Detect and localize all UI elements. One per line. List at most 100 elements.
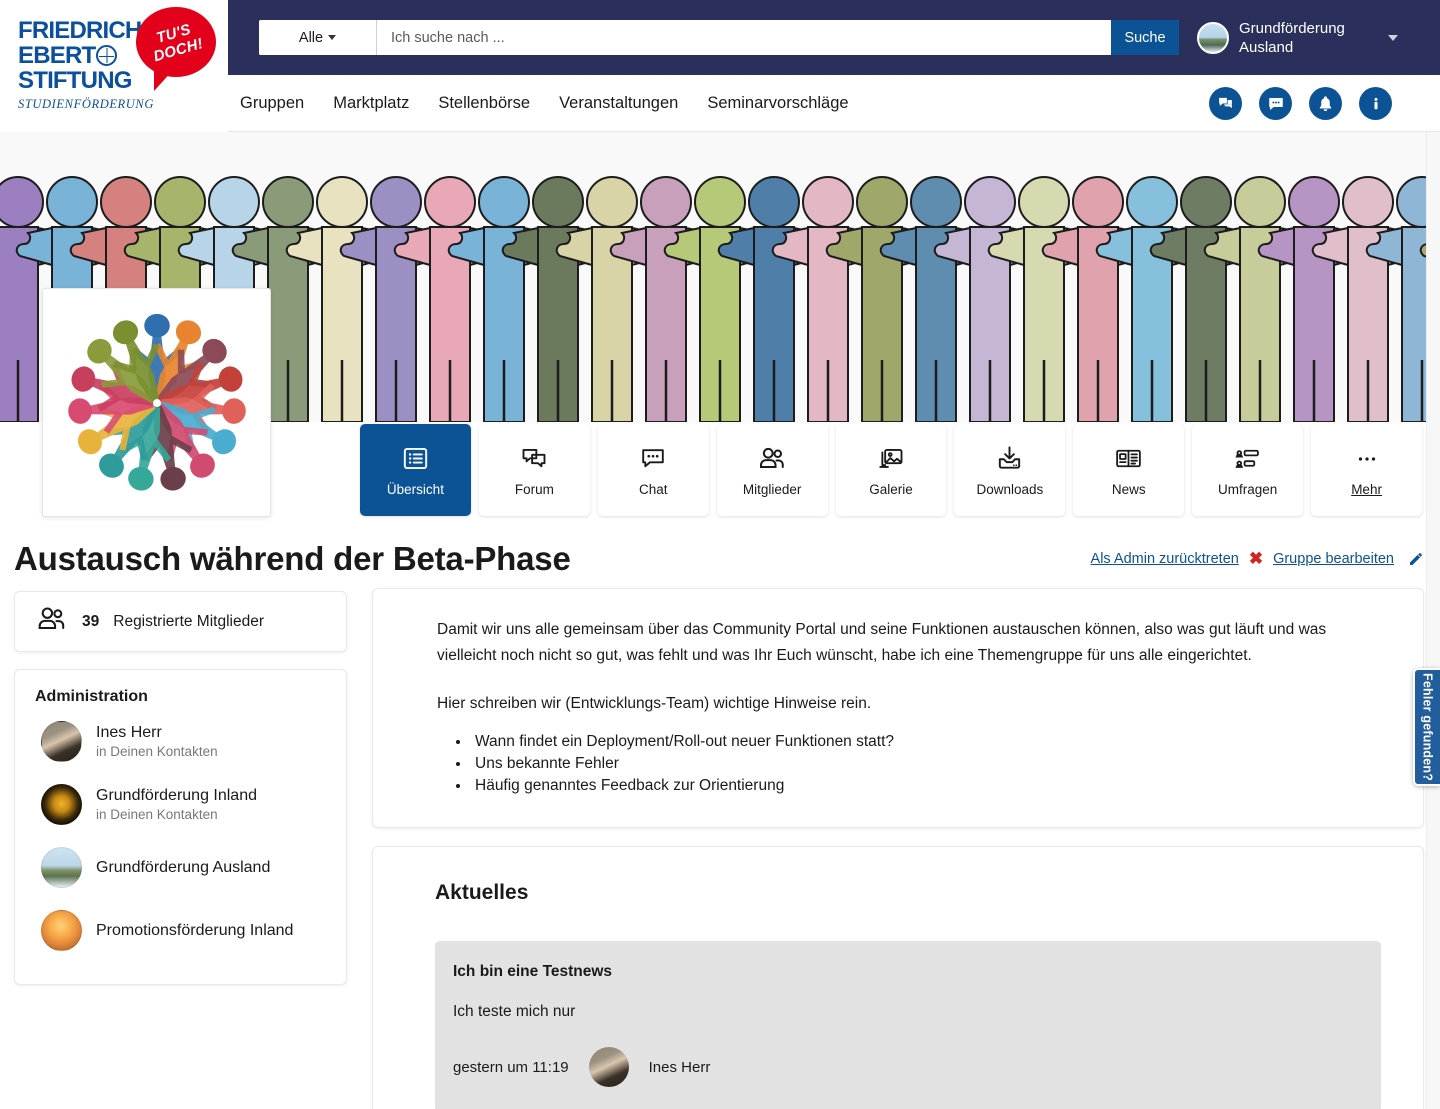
tab-label: Umfragen [1218,483,1277,497]
tab-label: Galerie [869,483,913,497]
admin-person-relation: in Deinen Kontakten [96,743,218,760]
gallery-icon [877,444,905,474]
info-icon[interactable] [1359,87,1392,120]
news-item[interactable]: Ich bin eine Testnews Ich teste mich nur… [435,941,1381,1109]
polls-icon [1233,444,1262,474]
tab-label: Mehr [1351,483,1382,497]
chevron-down-icon [1388,35,1398,41]
download-icon [995,444,1024,474]
group-description-card: Damit wir uns alle gemeinsam über das Co… [372,588,1424,828]
chat-bubble-icon [639,444,667,474]
admin-person-name: Grundförderung Inland [96,786,257,806]
notifications-bell-icon[interactable] [1309,87,1342,120]
list-item[interactable]: Grundförderung Inland in Deinen Kontakte… [35,773,326,836]
right-rail [1426,132,1440,1109]
tab-uebersicht[interactable]: Übersicht [360,424,471,516]
search-scope-label: Alle [299,30,323,46]
tab-news[interactable]: News [1073,424,1184,516]
pencil-icon[interactable] [1408,551,1424,567]
ellipsis-icon [1354,444,1380,474]
brand-logo[interactable]: FRIEDRICH EBERT STIFTUNG STUDIENFÖRDERUN… [0,0,228,132]
list-item: Wann findet ein Deployment/Roll-out neue… [471,731,1363,753]
search-scope-dropdown[interactable]: Alle [259,20,377,55]
admin-person-name: Grundförderung Ausland [96,858,270,878]
list-item: Uns bekannte Fehler [471,753,1363,775]
description-paragraph-2: Hier schreiben wir (Entwicklungs-Team) w… [437,691,1363,717]
news-card: Aktuelles Ich bin eine Testnews Ich test… [372,846,1424,1109]
nav-item-stellenboerse[interactable]: Stellenbörse [438,94,530,113]
close-x-icon[interactable]: ✖ [1249,550,1263,567]
nav-item-veranstaltungen[interactable]: Veranstaltungen [559,94,678,113]
avatar [41,784,82,825]
members-count: 39 [82,613,99,631]
brand-subtitle: STUDIENFÖRDERUNG [18,97,158,112]
tab-galerie[interactable]: Galerie [836,424,947,516]
nav-item-marktplatz[interactable]: Marktplatz [333,94,409,113]
admin-person-info: Promotionsförderung Inland [96,921,293,941]
chevron-down-icon [328,35,336,40]
tab-mehr[interactable]: Mehr [1311,424,1422,516]
avatar [41,910,82,951]
header-action-icons [1209,75,1392,132]
avatar [41,721,82,762]
avatar [41,847,82,888]
news-item-author: Ines Herr [649,1059,711,1076]
news-icon [1114,444,1143,474]
administration-card: Administration Ines Herr in Deinen Konta… [14,669,347,985]
tab-label: Übersicht [387,483,444,497]
tab-label: Forum [515,483,554,497]
user-name: Grundförderung Ausland [1239,19,1374,57]
members-icon [757,444,787,474]
description-paragraph-1: Damit wir uns alle gemeinsam über das Co… [437,617,1363,669]
page-root: FRIEDRICH EBERT STIFTUNG STUDIENFÖRDERUN… [0,0,1440,1109]
admin-person-relation: in Deinen Kontakten [96,806,257,823]
members-label: Registrierte Mitglieder [113,613,264,631]
tab-forum[interactable]: Forum [479,424,590,516]
main-content: Damit wir uns alle gemeinsam über das Co… [372,588,1424,1109]
news-item-body: Ich teste mich nur [453,1003,1351,1021]
brand-line-3: STIFTUNG [18,68,158,93]
global-search: Alle Suche [259,20,1179,55]
news-item-title: Ich bin eine Testnews [453,963,1351,981]
user-menu[interactable]: Grundförderung Ausland [1197,16,1398,60]
description-bullet-list: Wann findet ein Deployment/Roll-out neue… [471,731,1363,797]
step-down-admin-link[interactable]: Als Admin zurücktreten [1091,551,1239,567]
nav-item-gruppen[interactable]: Gruppen [240,94,304,113]
admin-actions: Als Admin zurücktreten ✖ Gruppe bearbeit… [1091,550,1424,567]
left-sidebar: 39 Registrierte Mitglieder Administratio… [14,591,347,985]
nav-item-seminarvorschlaege[interactable]: Seminarvorschläge [707,94,848,113]
group-logo [42,288,271,517]
admin-person-info: Grundförderung Ausland [96,858,270,878]
tab-label: News [1112,483,1146,497]
group-tab-strip: Übersicht Forum Chat [360,424,1422,516]
main-nav-links: Gruppen Marktplatz Stellenbörse Veransta… [240,75,849,132]
admin-person-info: Ines Herr in Deinen Kontakten [96,723,218,760]
list-item[interactable]: Promotionsförderung Inland [35,899,326,962]
report-error-label: Fehler gefunden? [1421,673,1435,781]
edit-group-link[interactable]: Gruppe bearbeiten [1273,551,1394,567]
news-heading: Aktuelles [435,881,1381,905]
tab-label: Mitglieder [743,483,802,497]
tab-mitglieder[interactable]: Mitglieder [717,424,828,516]
tab-chat[interactable]: Chat [598,424,709,516]
search-button[interactable]: Suche [1111,20,1179,55]
admin-person-name: Promotionsförderung Inland [96,921,293,941]
forum-icon [520,444,548,474]
report-error-tab[interactable]: Fehler gefunden? [1413,668,1440,786]
tab-label: Chat [639,483,668,497]
brand-line-2-text: EBERT [18,42,95,69]
messages-icon[interactable] [1209,87,1242,120]
list-item[interactable]: Grundförderung Ausland [35,836,326,899]
members-icon [35,603,68,641]
avatar [1197,22,1229,54]
chat-icon[interactable] [1259,87,1292,120]
search-input[interactable] [377,20,1111,55]
list-item: Häufig genanntes Feedback zur Orientieru… [471,775,1363,797]
tab-downloads[interactable]: Downloads [954,424,1065,516]
globe-icon [96,45,117,66]
tab-label: Downloads [977,483,1044,497]
tab-umfragen[interactable]: Umfragen [1192,424,1303,516]
list-item[interactable]: Ines Herr in Deinen Kontakten [35,710,326,773]
registered-members-card: 39 Registrierte Mitglieder [14,591,347,652]
admin-person-name: Ines Herr [96,723,218,743]
